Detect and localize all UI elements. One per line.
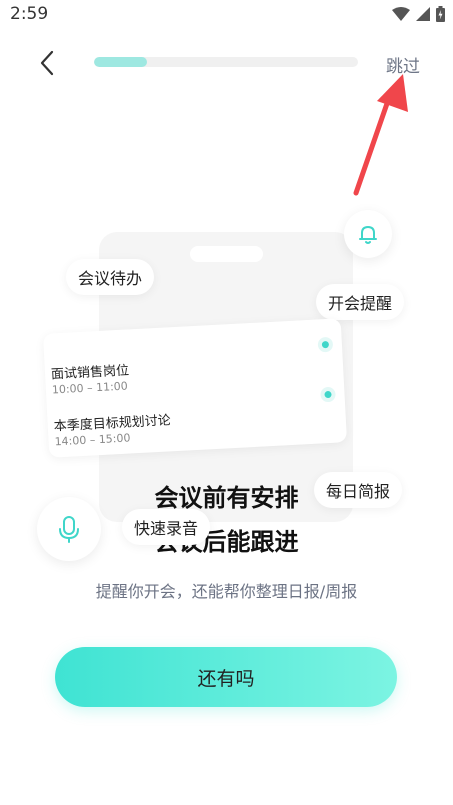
- bell-button: [344, 210, 392, 258]
- progress-bar: [94, 57, 358, 67]
- schedule-card: 面试销售岗位 10:00 – 11:00 本季度目标规划讨论 14:00 – 1…: [42, 318, 348, 458]
- signal-icon: [416, 7, 430, 21]
- status-icons: [392, 6, 445, 22]
- progress-fill: [94, 57, 147, 67]
- subtitle: 提醒你开会，还能帮你整理日报/周报: [95, 582, 358, 601]
- card-item-title: 本季度目标规划讨论: [53, 413, 172, 435]
- wifi-icon: [392, 7, 410, 21]
- card-item-time: 10:00 – 11:00: [51, 379, 129, 397]
- battery-icon: [436, 6, 445, 22]
- card-item-dot: [321, 340, 330, 349]
- bell-icon: [359, 226, 377, 244]
- back-button[interactable]: [34, 48, 64, 78]
- microphone-button: [37, 497, 101, 561]
- phone-notch: [190, 246, 263, 262]
- skip-button[interactable]: 跳过: [386, 52, 420, 77]
- status-time: 2:59: [10, 4, 49, 24]
- card-item-time: 14:00 – 15:00: [54, 431, 131, 449]
- chip-meeting-todo: 会议待办: [66, 259, 155, 295]
- card-item-dot: [324, 390, 332, 399]
- back-chevron-icon: [40, 50, 54, 76]
- chip-quick-record: 快速录音: [122, 509, 211, 545]
- next-button[interactable]: 还有吗: [55, 647, 397, 707]
- chip-meeting-reminder: 开会提醒: [316, 284, 405, 320]
- microphone-icon: [59, 516, 79, 543]
